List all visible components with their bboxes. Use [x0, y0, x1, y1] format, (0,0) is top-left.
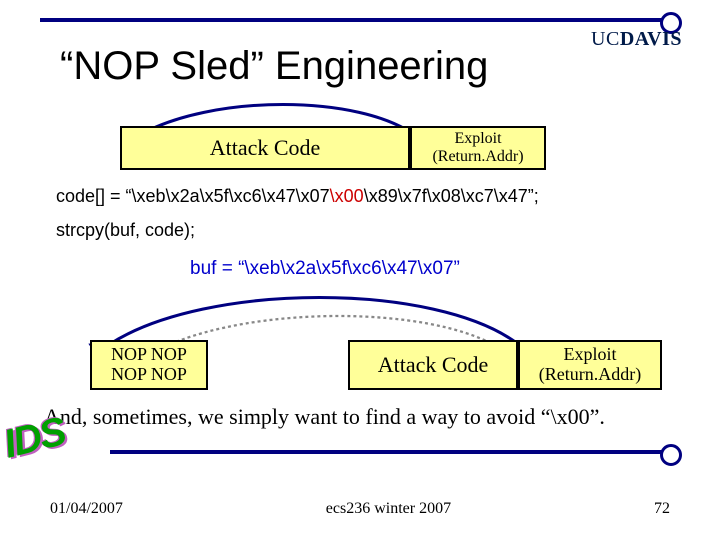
code-assign-pre: code[] = “\xeb\x2a\x5f\xc6\x47\x07 — [56, 186, 330, 206]
slide-footer: 01/04/2007 ecs236 winter 2007 72 — [0, 500, 720, 518]
footer-date: 01/04/2007 — [50, 500, 123, 518]
attack-code-label-2: Attack Code — [378, 353, 489, 377]
boxes-row-2: NOP NOP NOP NOP Attack Code Exploit (Ret… — [90, 340, 662, 390]
exploit-box-2: Exploit (Return.Addr) — [518, 340, 662, 390]
nop-line-2: NOP NOP — [111, 365, 187, 385]
boxes-row-1: Attack Code Exploit (Return.Addr) — [120, 126, 546, 170]
ids-wordart: IDS — [0, 409, 69, 467]
footer-course: ecs236 winter 2007 — [326, 500, 451, 518]
exploit-label-1a: Exploit — [432, 130, 523, 148]
attack-code-label-1: Attack Code — [210, 136, 321, 160]
buf-line: buf = “\xeb\x2a\x5f\xc6\x47\x07” — [190, 258, 460, 280]
nop-line-1: NOP NOP — [111, 345, 187, 365]
top-rule — [40, 18, 680, 22]
bottom-rule — [110, 450, 680, 454]
logo-uc: UC — [591, 28, 620, 50]
gap — [208, 340, 348, 390]
attack-code-box-2: Attack Code — [348, 340, 518, 390]
slide-title: “NOP Sled” Engineering — [60, 44, 488, 89]
concluding-line: And, sometimes, we simply want to find a… — [44, 404, 605, 430]
code-strcpy-line: strcpy(buf, code); — [56, 220, 195, 241]
logo-davis: DAVIS — [620, 28, 682, 50]
code-assign-post: \x89\x7f\x08\xc7\x47”; — [364, 186, 539, 206]
attack-code-box-1: Attack Code — [120, 126, 410, 170]
exploit-label-2b: (Return.Addr) — [539, 365, 641, 385]
code-assign-red: \x00 — [330, 186, 364, 206]
nop-box: NOP NOP NOP NOP — [90, 340, 208, 390]
exploit-label-1b: (Return.Addr) — [432, 148, 523, 166]
code-assign-line: code[] = “\xeb\x2a\x5f\xc6\x47\x07\x00\x… — [56, 186, 539, 207]
footer-page: 72 — [654, 500, 670, 518]
exploit-box-1: Exploit (Return.Addr) — [410, 126, 546, 170]
ucdavis-logo: UCDAVIS — [591, 28, 682, 51]
exploit-label-2a: Exploit — [539, 345, 641, 365]
